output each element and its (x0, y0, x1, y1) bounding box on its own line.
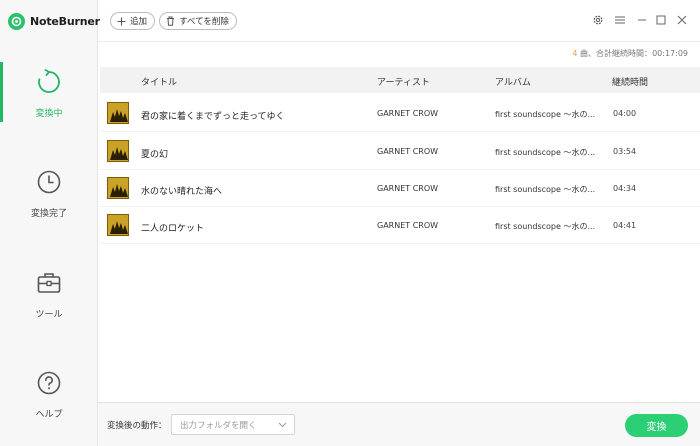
sidebar: NoteBurner 変換中 変換完了 ツール ヘルプ (0, 0, 100, 446)
bottom-bar: 変換後の動作： 出力フォルダを開く 変換 (98, 402, 700, 446)
close-icon[interactable] (675, 13, 689, 27)
top-toolbar: 追加 すべてを削除 (98, 0, 700, 42)
album-art (107, 102, 129, 124)
help-icon (34, 368, 64, 398)
track-artist: GARNET CROW (377, 147, 439, 156)
delete-all-button[interactable]: すべてを削除 (159, 12, 237, 30)
table-row[interactable]: 水のない晴れた海へ GARNET CROW first soundscope 〜… (100, 170, 700, 207)
album-art (107, 177, 129, 199)
converting-icon (34, 67, 64, 97)
sidebar-item-label: ツール (35, 310, 63, 320)
app-name: NoteBurner (30, 14, 100, 28)
track-title: 二人のロケット (141, 224, 205, 234)
table-row[interactable]: 夏の幻 GARNET CROW first soundscope 〜水の... … (100, 133, 700, 170)
app-logo: NoteBurner (8, 11, 100, 31)
clock-icon (34, 167, 64, 197)
column-header-duration[interactable]: 継続時間 (612, 75, 648, 88)
after-conversion-select[interactable]: 出力フォルダを開く (171, 414, 295, 435)
menu-icon[interactable] (613, 13, 627, 27)
track-count-unit: 曲、合計継続時間： (577, 49, 653, 58)
track-duration: 04:00 (613, 109, 637, 118)
sidebar-item-label: 変換中 (35, 109, 63, 119)
table-row[interactable]: 二人のロケット GARNET CROW first soundscope 〜水の… (100, 207, 700, 244)
after-conversion-value: 出力フォルダを開く (180, 420, 257, 431)
table-row[interactable]: 君の家に着くまでずっと走ってゆく GARNET CROW first sound… (100, 95, 700, 132)
track-duration: 04:41 (613, 221, 637, 230)
track-artist: GARNET CROW (377, 109, 439, 118)
track-artist: GARNET CROW (377, 184, 439, 193)
maximize-icon[interactable] (654, 13, 668, 27)
column-header-title[interactable]: タイトル (141, 75, 177, 88)
track-summary: 4 曲、合計継続時間：00:17:09 (572, 48, 688, 59)
trash-icon (167, 16, 174, 26)
sidebar-item-label: ヘルプ (35, 410, 63, 420)
plus-icon (117, 17, 126, 25)
track-album: first soundscope 〜水の... (495, 148, 596, 157)
track-title: 君の家に着くまでずっと走ってゆく (141, 112, 285, 122)
track-artist: GARNET CROW (377, 221, 439, 230)
track-title: 夏の幻 (141, 150, 169, 160)
album-art (107, 214, 129, 236)
chevron-down-icon (278, 422, 287, 428)
column-header-album[interactable]: アルバム (495, 75, 531, 88)
sidebar-item-label: 変換完了 (30, 209, 67, 219)
sidebar-item-help[interactable]: ヘルプ (0, 368, 98, 438)
settings-gear-icon[interactable] (591, 13, 605, 27)
track-title: 水のない晴れた海へ (141, 187, 223, 197)
track-duration: 03:54 (613, 147, 637, 156)
add-button[interactable]: 追加 (110, 12, 156, 30)
album-art (107, 140, 129, 162)
sidebar-item-converting[interactable]: 変換中 (0, 62, 98, 137)
noteburner-logo-icon (8, 12, 25, 30)
toolbox-icon (34, 268, 64, 298)
table-header: タイトル アーティスト アルバム 継続時間 (100, 67, 700, 93)
sidebar-item-completed[interactable]: 変換完了 (0, 167, 98, 237)
total-duration: 00:17:09 (652, 49, 688, 58)
minimize-icon[interactable] (635, 13, 649, 27)
add-button-label: 追加 (130, 17, 148, 27)
track-album: first soundscope 〜水の... (495, 222, 596, 231)
column-header-artist[interactable]: アーティスト (377, 75, 430, 88)
track-album: first soundscope 〜水の... (495, 110, 596, 119)
track-album: first soundscope 〜水の... (495, 185, 596, 194)
delete-all-button-label: すべてを削除 (179, 17, 229, 27)
after-conversion-label: 変換後の動作： (107, 421, 167, 431)
track-duration: 04:34 (613, 184, 637, 193)
convert-button[interactable]: 変換 (625, 414, 688, 437)
sidebar-item-tools[interactable]: ツール (0, 268, 98, 338)
